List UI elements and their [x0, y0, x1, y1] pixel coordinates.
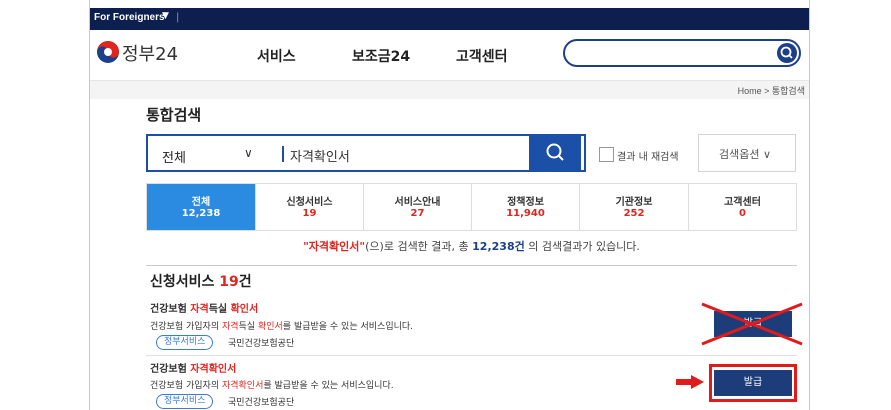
category-select[interactable]: 전체: [162, 147, 186, 166]
title-text: 건강보험: [150, 364, 191, 375]
header-search-button[interactable]: [777, 43, 797, 63]
section-title-text: 신청서비스: [150, 274, 220, 290]
desc-text: 를 발급받을 수 있는 서비스입니다.: [282, 322, 414, 332]
desc-highlight: 자격확인서: [221, 381, 264, 391]
nav-subsidy24[interactable]: 보조금24: [352, 46, 410, 66]
service-type-tag: 정부서비스: [156, 394, 214, 409]
tab-label: 정책정보: [507, 197, 544, 208]
title-text: 득실: [208, 304, 231, 315]
section-count: 19: [219, 274, 239, 290]
tab-label: 서비스안내: [394, 197, 441, 208]
section-divider: [146, 265, 797, 266]
page-frame: For Foreigners ▼ | 정부24 서비스 보조금24 고객센터 H…: [89, 0, 810, 410]
refine-search-label[interactable]: 결과 내 재검색: [617, 148, 679, 163]
search-button[interactable]: [529, 134, 581, 172]
arrow-right-icon: [676, 375, 704, 389]
title-highlight: 자격확인서: [190, 364, 237, 375]
section-count-suffix: 건: [238, 274, 252, 290]
header: 정부24 서비스 보조금24 고객센터: [90, 30, 809, 80]
title-text: 건강보험: [150, 304, 191, 315]
nav-customer-center[interactable]: 고객센터: [456, 46, 508, 66]
tab-count: 12,238: [181, 208, 221, 219]
tab-agency-info[interactable]: 기관정보 252: [580, 184, 689, 230]
service-type-tag: 정부서비스: [156, 335, 214, 350]
search-icon: [546, 143, 564, 161]
tab-count: 0: [739, 208, 746, 219]
tab-count: 11,940: [506, 208, 545, 219]
for-foreigners-menu[interactable]: For Foreigners: [94, 12, 165, 23]
search-icon: [780, 46, 793, 59]
result-summary: "자격확인서"(으)로 검색한 결과, 총 12,238건 의 검색결과가 있습…: [146, 238, 797, 254]
nav-services[interactable]: 서비스: [257, 46, 296, 66]
section-title: 신청서비스 19건: [150, 271, 252, 291]
result-item-title[interactable]: 건강보험 자격득실 확인서: [150, 300, 258, 315]
header-search-input[interactable]: [563, 39, 801, 67]
summary-keyword: "자격확인서": [303, 240, 366, 253]
refine-search-checkbox[interactable]: [599, 147, 614, 162]
text-cursor: [282, 146, 284, 162]
tab-count: 252: [623, 208, 645, 219]
result-item-title[interactable]: 건강보험 자격확인서: [150, 360, 236, 375]
tab-service-guide[interactable]: 서비스안내 27: [364, 184, 472, 230]
search-options-label: 검색옵션 ∨: [719, 148, 772, 161]
tab-all[interactable]: 전체 12,238: [147, 184, 256, 230]
tab-policy-info[interactable]: 정책정보 11,940: [472, 184, 580, 230]
summary-total: 12,238건: [472, 240, 525, 253]
breadcrumb[interactable]: Home > 통합검색: [738, 84, 805, 97]
page-title: 통합검색: [146, 106, 202, 124]
tab-count: 19: [302, 208, 317, 219]
tab-label: 기관정보: [615, 197, 653, 208]
highlight-box-annotation: [709, 364, 797, 402]
desc-highlight: 확인서: [257, 322, 283, 332]
desc-text: 건강보험 가입자의: [150, 322, 222, 332]
tab-label: 신청서비스: [286, 197, 333, 208]
desc-highlight: 자격: [221, 322, 239, 332]
search-box: 전체 ∨ 자격확인서: [146, 134, 586, 172]
summary-text-end: 의 검색결과가 있습니다.: [524, 240, 640, 253]
result-item-description: 건강보험 가입자의 자격득실 확인서를 발급받을 수 있는 서비스입니다.: [150, 319, 413, 332]
desc-text: 건강보험 가입자의: [150, 381, 222, 391]
tab-count: 27: [410, 208, 425, 219]
result-item-description: 건강보험 가입자의 자격확인서를 발급받을 수 있는 서비스입니다.: [150, 378, 394, 391]
gov24-logo-icon[interactable]: [96, 40, 120, 64]
chevron-down-icon[interactable]: ∨: [244, 146, 253, 160]
agency-name: 국민건강보험공단: [228, 398, 295, 408]
result-tabs: 전체 12,238 신청서비스 19 서비스안내 27 정책정보 11,940 …: [146, 183, 797, 231]
top-utility-bar: For Foreigners ▼ |: [90, 8, 809, 30]
tab-label: 고객센터: [724, 197, 761, 208]
tab-apply-services[interactable]: 신청서비스 19: [256, 184, 364, 230]
search-input[interactable]: 자격확인서: [290, 146, 350, 165]
title-highlight: 자격: [190, 304, 209, 315]
tab-label: 전체: [191, 197, 211, 208]
cross-out-annotation: [701, 302, 803, 346]
caret-down-icon[interactable]: ▼: [162, 11, 169, 21]
breadcrumb-bar: Home > 통합검색: [90, 80, 809, 99]
title-highlight: 확인서: [230, 304, 259, 315]
desc-text: 득실: [238, 322, 258, 332]
desc-text: 를 발급받을 수 있는 서비스입니다.: [263, 381, 394, 391]
summary-text: (으)로 검색한 결과, 총: [365, 240, 473, 253]
site-logo-text[interactable]: 정부24: [122, 40, 178, 66]
separator: |: [176, 12, 180, 23]
search-options-dropdown[interactable]: 검색옵션 ∨: [698, 134, 796, 172]
agency-name: 국민건강보험공단: [228, 339, 295, 349]
tab-customer-center[interactable]: 고객센터 0: [689, 184, 796, 230]
item-divider: [146, 355, 797, 356]
